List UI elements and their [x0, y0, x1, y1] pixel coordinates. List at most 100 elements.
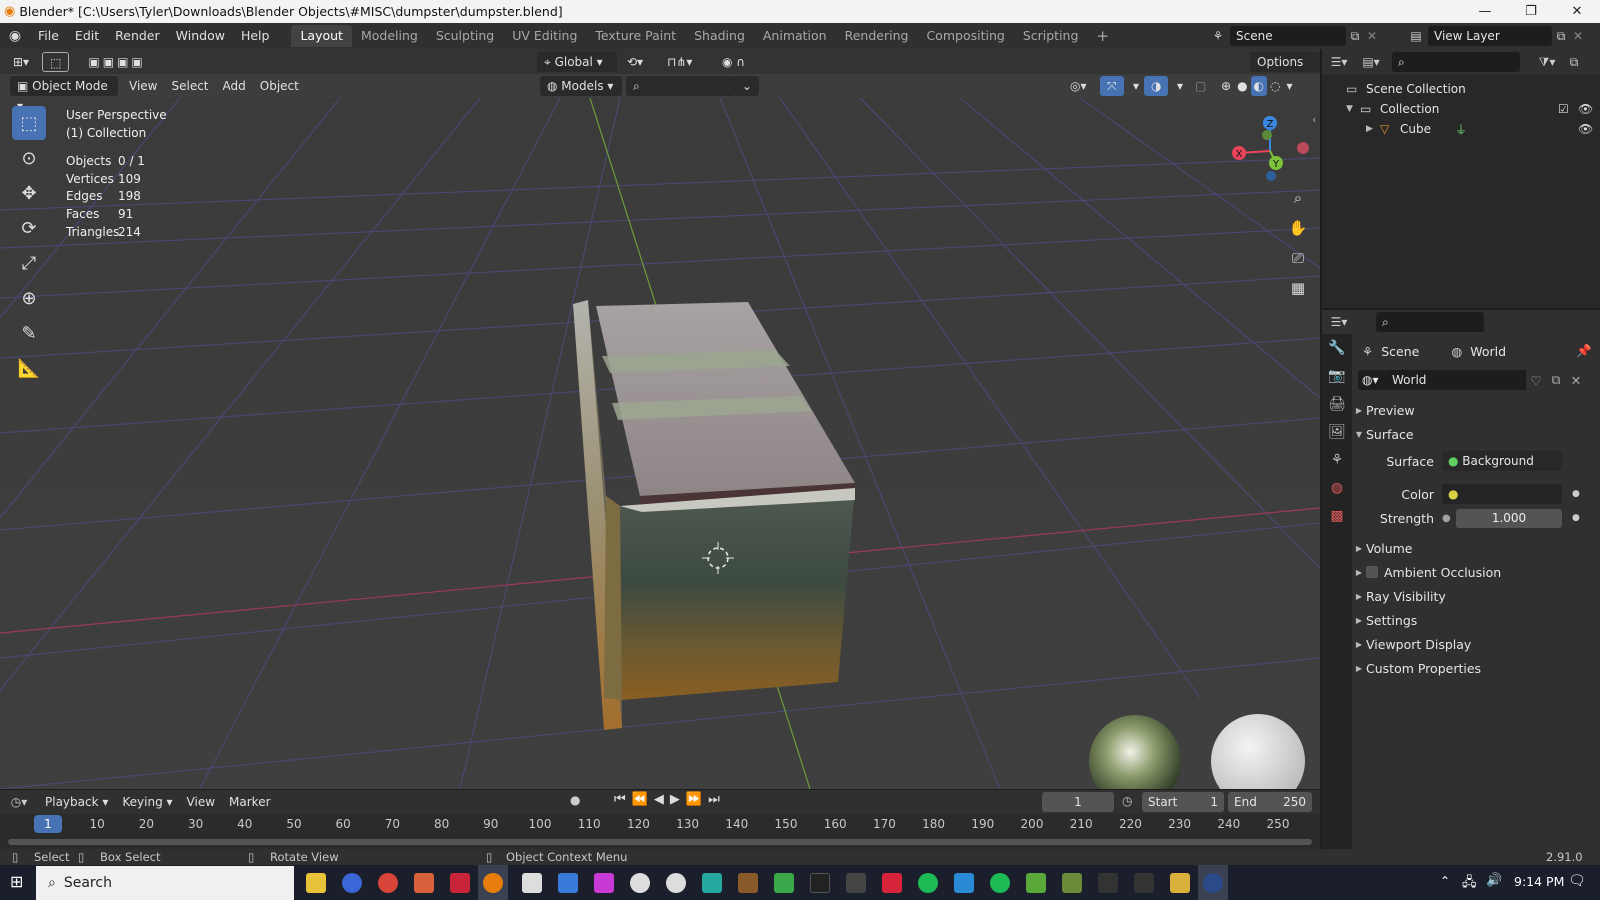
- tray-overflow-icon[interactable]: ⌃: [1440, 874, 1450, 888]
- app-icon[interactable]: [846, 873, 866, 893]
- view-layer-tab-icon[interactable]: 🖼: [1322, 418, 1352, 446]
- jump-end-icon[interactable]: ⏭: [708, 792, 720, 807]
- clock-time[interactable]: 9:14 PM: [1514, 874, 1564, 889]
- viewport-scene[interactable]: [0, 98, 1320, 789]
- snap-icon[interactable]: ⊓⋔▾: [660, 52, 699, 72]
- tab-uv-editing[interactable]: UV Editing: [503, 25, 586, 47]
- tab-sculpting[interactable]: Sculpting: [427, 25, 503, 47]
- windows-start-icon[interactable]: ⊞: [10, 872, 23, 891]
- record-icon[interactable]: ●: [570, 793, 580, 807]
- app-icon[interactable]: [1026, 873, 1046, 893]
- app-icon[interactable]: [882, 873, 902, 893]
- current-frame-field[interactable]: 1: [1042, 792, 1114, 812]
- selection-mode-icons[interactable]: ▣▣▣▣: [81, 52, 152, 72]
- jump-start-icon[interactable]: ⏮: [614, 792, 626, 807]
- delete-view-layer-icon[interactable]: ✕: [1570, 29, 1586, 43]
- scene-name-field[interactable]: Scene: [1230, 26, 1346, 46]
- tab-layout[interactable]: Layout: [291, 25, 352, 47]
- menu-file[interactable]: File: [30, 25, 67, 47]
- pivot-point-icon[interactable]: ⟲▾: [620, 52, 650, 72]
- world-browse-icon[interactable]: ◍▾: [1358, 370, 1386, 390]
- scale-tool-icon[interactable]: ⤢: [12, 246, 46, 280]
- chrome-icon[interactable]: [378, 873, 398, 893]
- timeline-menu-playback[interactable]: Playback ▾: [38, 792, 115, 812]
- navigation-gizmo[interactable]: Z X Y: [1225, 111, 1315, 191]
- panel-settings[interactable]: ▶ Settings: [1352, 608, 1600, 632]
- render-tab-icon[interactable]: 📷: [1322, 362, 1352, 390]
- panel-preview[interactable]: ▶ Preview: [1352, 398, 1600, 422]
- expand-arrow-icon[interactable]: ▼: [1346, 104, 1360, 114]
- restore-button[interactable]: ❐: [1508, 0, 1554, 23]
- timeline-menu-keying[interactable]: Keying ▾: [115, 792, 179, 812]
- panel-custom-properties[interactable]: ▶ Custom Properties: [1352, 656, 1600, 680]
- app-icon[interactable]: [666, 873, 686, 893]
- tab-texture-paint[interactable]: Texture Paint: [586, 25, 685, 47]
- viewport-menu-select[interactable]: Select: [164, 76, 215, 96]
- app-icon[interactable]: [594, 873, 614, 893]
- end-frame-field[interactable]: End 250: [1228, 792, 1312, 812]
- world-name-field[interactable]: World: [1386, 370, 1526, 390]
- ambient-occlusion-checkbox[interactable]: [1366, 566, 1378, 578]
- pan-hand-icon[interactable]: ✋: [1284, 219, 1312, 249]
- blender-menu-icon[interactable]: ◉: [0, 28, 30, 44]
- sidebar-toggle-icon[interactable]: ‹: [1312, 113, 1316, 126]
- rotate-tool-icon[interactable]: ⟳: [12, 211, 46, 245]
- filter-icon[interactable]: ⧩▾: [1530, 55, 1564, 70]
- fake-user-icon[interactable]: ♡: [1526, 373, 1546, 388]
- volume-icon[interactable]: 🔊: [1486, 873, 1502, 888]
- app-icon[interactable]: [1170, 873, 1190, 893]
- panel-viewport-display[interactable]: ▶ Viewport Display: [1352, 632, 1600, 656]
- add-workspace-button[interactable]: +: [1087, 25, 1118, 47]
- panel-ambient-occlusion[interactable]: ▶ Ambient Occlusion: [1352, 560, 1600, 584]
- blender-taskbar-active[interactable]: [478, 865, 508, 900]
- 3d-viewport[interactable]: ⊞▾ ⬚ ▣▣▣▣ ⌖ Global ▾ ⟲▾ ⊓⋔▾ ◉ ∩ Options …: [0, 49, 1320, 789]
- app-icon[interactable]: [810, 873, 830, 893]
- panel-surface[interactable]: ▼ Surface: [1352, 422, 1600, 446]
- search-options-icon[interactable]: ⌄: [735, 76, 760, 96]
- options-dropdown[interactable]: Options ▾: [1250, 52, 1320, 89]
- scene-tab-icon[interactable]: ⚘: [1322, 446, 1352, 474]
- outliner-editor-icon[interactable]: ☰▾: [1322, 55, 1356, 69]
- texture-tab-icon[interactable]: ▩: [1322, 502, 1352, 530]
- steam-taskbar-active[interactable]: [1198, 865, 1228, 900]
- xray-toggle-icon[interactable]: ▢: [1188, 76, 1213, 96]
- keyframe-dot-icon[interactable]: ●: [1572, 513, 1580, 523]
- zoom-icon[interactable]: ⌕: [1284, 189, 1312, 219]
- collection-filter-dropdown[interactable]: ◍ Models ▾: [540, 76, 622, 96]
- visibility-eye-icon[interactable]: 👁: [1578, 122, 1593, 136]
- start-frame-field[interactable]: Start 1: [1142, 792, 1224, 812]
- tab-shading[interactable]: Shading: [685, 25, 754, 47]
- app-icon[interactable]: [414, 873, 434, 893]
- outliner-search-field[interactable]: ⌕: [1392, 52, 1520, 72]
- unity-icon[interactable]: [522, 873, 542, 893]
- menu-help[interactable]: Help: [233, 25, 278, 47]
- perspective-toggle-icon[interactable]: ▦: [1284, 279, 1312, 309]
- timeline-ruler[interactable]: 1 10 20 30 40 50 60 70 80 90 100 110 120 130 140 150 160…: [0, 815, 1320, 835]
- viewport-menu-object[interactable]: Object: [253, 76, 306, 96]
- app-icon[interactable]: [1098, 873, 1118, 893]
- menu-window[interactable]: Window: [168, 25, 233, 47]
- output-tab-icon[interactable]: 🖨: [1322, 390, 1352, 418]
- properties-search-field[interactable]: ⌕: [1376, 312, 1484, 332]
- include-checkbox-icon[interactable]: ☑: [1558, 102, 1569, 116]
- close-button[interactable]: ✕: [1554, 0, 1600, 23]
- app-icon[interactable]: [1134, 873, 1154, 893]
- visibility-eye-icon[interactable]: 👁: [1578, 102, 1593, 116]
- solid-shading-icon[interactable]: ●: [1234, 76, 1250, 96]
- strength-slider[interactable]: 1.000: [1456, 508, 1562, 528]
- spotify-icon[interactable]: [990, 873, 1010, 893]
- minecraft-icon[interactable]: [1062, 873, 1082, 893]
- panel-volume[interactable]: ▶ Volume: [1352, 536, 1600, 560]
- material-preview-shading-icon[interactable]: ◐: [1250, 76, 1268, 96]
- viewport-menu-view[interactable]: View: [122, 76, 164, 96]
- transform-orientation-dropdown[interactable]: ⌖ Global ▾: [537, 52, 617, 72]
- editor-type-icon[interactable]: ⊞▾: [6, 52, 36, 72]
- tab-compositing[interactable]: Compositing: [917, 25, 1013, 47]
- rendered-shading-icon[interactable]: ◌: [1267, 76, 1283, 96]
- pin-icon[interactable]: 📌: [1576, 343, 1592, 359]
- app-icon[interactable]: [630, 873, 650, 893]
- app-icon[interactable]: [558, 873, 578, 893]
- tab-scripting[interactable]: Scripting: [1014, 25, 1088, 47]
- unlink-world-icon[interactable]: ✕: [1566, 373, 1586, 388]
- move-tool-icon[interactable]: ✥: [12, 176, 46, 210]
